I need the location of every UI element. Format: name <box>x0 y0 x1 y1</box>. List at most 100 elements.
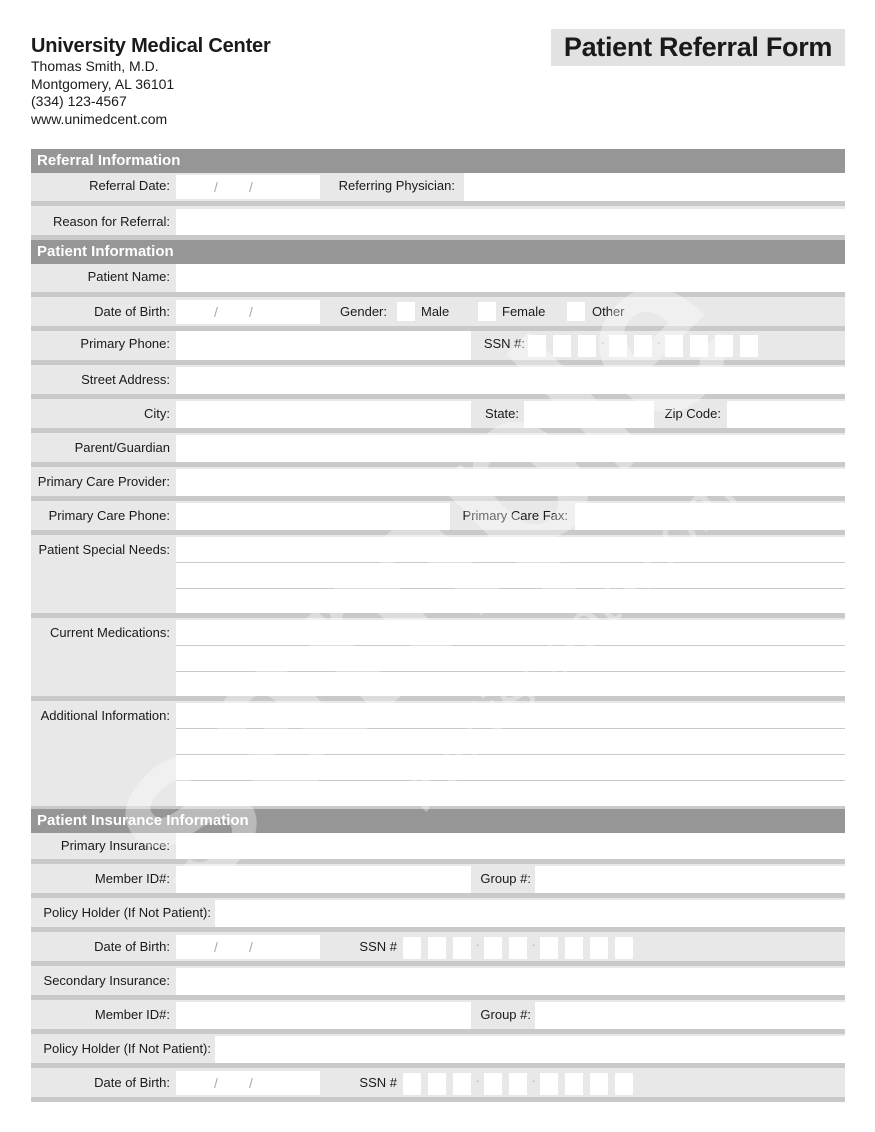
row-patient-name: Patient Name: <box>31 264 845 297</box>
ssn-digit-box[interactable] <box>740 335 758 357</box>
guardian-field[interactable] <box>176 435 845 462</box>
ssn-digit-box[interactable] <box>428 1073 446 1095</box>
header: University Medical Center Thomas Smith, … <box>31 34 271 128</box>
row-primary-insurance: Primary Insurance: <box>31 833 845 864</box>
ssn-digit-box[interactable] <box>509 937 527 959</box>
ssn-digit-box[interactable] <box>540 937 558 959</box>
ssn-digit-box[interactable] <box>553 335 571 357</box>
row-additional: Additional Information: <box>31 701 845 809</box>
ssn-digit-box[interactable] <box>528 335 546 357</box>
ssn-field: -- <box>528 332 768 360</box>
form-title: Patient Referral Form <box>551 29 845 66</box>
row-policy-holder-2: Policy Holder (If Not Patient): <box>31 1034 845 1068</box>
ssn-digit-box[interactable] <box>453 937 471 959</box>
special-needs-line-3[interactable] <box>176 589 845 613</box>
gender-female-label: Female <box>502 304 546 319</box>
zip-field[interactable] <box>727 401 845 428</box>
special-needs-line-1[interactable] <box>176 537 845 563</box>
medications-line-1[interactable] <box>176 620 845 646</box>
member-id-field-secondary[interactable] <box>176 1002 471 1029</box>
physician-name: Thomas Smith, M.D. <box>31 58 159 74</box>
additional-line-2[interactable] <box>176 729 845 755</box>
reason-field[interactable] <box>176 209 845 235</box>
ssn-digit-box[interactable] <box>428 937 446 959</box>
state-field[interactable] <box>524 401 654 428</box>
ssn-digit-box[interactable] <box>453 1073 471 1095</box>
date-separator: / <box>249 179 253 195</box>
row-special-needs: Patient Special Needs: <box>31 535 845 618</box>
primary-insurance-field[interactable] <box>176 833 845 859</box>
medications-line-2[interactable] <box>176 646 845 672</box>
row-street: Street Address: <box>31 365 845 399</box>
reason-label: Reason for Referral: <box>52 214 170 229</box>
ssn-digit-box[interactable] <box>540 1073 558 1095</box>
ssn-digit-box[interactable] <box>578 335 596 357</box>
holder-dob-field-secondary[interactable]: / / <box>176 1071 320 1095</box>
pcp-field[interactable] <box>176 469 845 496</box>
ssn-digit-box[interactable] <box>403 937 421 959</box>
date-separator: / <box>249 939 253 955</box>
section-header-insurance: Patient Insurance Information <box>31 809 845 833</box>
secondary-insurance-field[interactable] <box>176 968 845 995</box>
group-field-primary[interactable] <box>535 866 845 893</box>
row-city: City: State: Zip Code: <box>31 399 845 433</box>
ssn-digit-box[interactable] <box>634 335 652 357</box>
special-needs-line-2[interactable] <box>176 563 845 589</box>
ssn-digit-box[interactable] <box>715 335 733 357</box>
row-pcp: Primary Care Provider: <box>31 467 845 501</box>
additional-line-1[interactable] <box>176 703 845 729</box>
patient-name-label: Patient Name: <box>87 269 170 284</box>
ssn-digit-box[interactable] <box>615 937 633 959</box>
ssn-digit-box[interactable] <box>484 1073 502 1095</box>
referral-form: Referral Information Referral Date: / / … <box>31 149 845 1102</box>
city-field[interactable] <box>176 401 471 428</box>
street-field[interactable] <box>176 367 845 394</box>
group-label: Group #: <box>480 1007 531 1022</box>
gender-other-checkbox[interactable] <box>567 302 585 321</box>
pcp-phone-field[interactable] <box>176 503 450 530</box>
group-field-secondary[interactable] <box>535 1002 845 1029</box>
special-needs-label: Patient Special Needs: <box>38 542 170 557</box>
holder-ssn-label: SSN # <box>359 939 397 954</box>
ssn-digit-box[interactable] <box>609 335 627 357</box>
ssn-digit-box[interactable] <box>590 1073 608 1095</box>
policy-holder-label: Policy Holder (If Not Patient): <box>43 1041 211 1056</box>
referral-date-field[interactable]: / / <box>176 175 320 199</box>
policy-holder-field-secondary[interactable] <box>215 1036 845 1063</box>
holder-ssn-label: SSN # <box>359 1075 397 1090</box>
primary-phone-label: Primary Phone: <box>80 336 170 351</box>
ssn-digit-box[interactable] <box>565 1073 583 1095</box>
state-label: State: <box>485 406 519 421</box>
pcp-fax-field[interactable] <box>575 503 845 530</box>
ssn-digit-box[interactable] <box>690 335 708 357</box>
org-name: University Medical Center <box>31 35 271 57</box>
ssn-digit-box[interactable] <box>665 335 683 357</box>
member-id-field-primary[interactable] <box>176 866 471 893</box>
ssn-digit-box[interactable] <box>403 1073 421 1095</box>
secondary-insurance-label: Secondary Insurance: <box>43 973 170 988</box>
org-phone: (334) 123-4567 <box>31 93 127 109</box>
ssn-separator: - <box>532 940 536 951</box>
ssn-separator: - <box>532 1076 536 1087</box>
date-separator: / <box>214 939 218 955</box>
gender-male-checkbox[interactable] <box>397 302 415 321</box>
primary-phone-field[interactable] <box>176 331 471 360</box>
row-reason: Reason for Referral: <box>31 206 845 240</box>
gender-label: Gender: <box>340 304 387 319</box>
medications-line-3[interactable] <box>176 672 845 696</box>
date-separator: / <box>214 1075 218 1091</box>
referring-physician-field[interactable] <box>464 173 845 201</box>
section-header-patient: Patient Information <box>31 240 845 264</box>
patient-name-field[interactable] <box>176 264 845 292</box>
gender-female-checkbox[interactable] <box>478 302 496 321</box>
additional-line-3[interactable] <box>176 755 845 781</box>
additional-line-4[interactable] <box>176 781 845 806</box>
dob-field[interactable]: / / <box>176 300 320 324</box>
holder-dob-field-primary[interactable]: / / <box>176 935 320 959</box>
ssn-digit-box[interactable] <box>509 1073 527 1095</box>
policy-holder-field-primary[interactable] <box>215 900 845 927</box>
ssn-digit-box[interactable] <box>590 937 608 959</box>
ssn-digit-box[interactable] <box>615 1073 633 1095</box>
ssn-digit-box[interactable] <box>484 937 502 959</box>
ssn-digit-box[interactable] <box>565 937 583 959</box>
